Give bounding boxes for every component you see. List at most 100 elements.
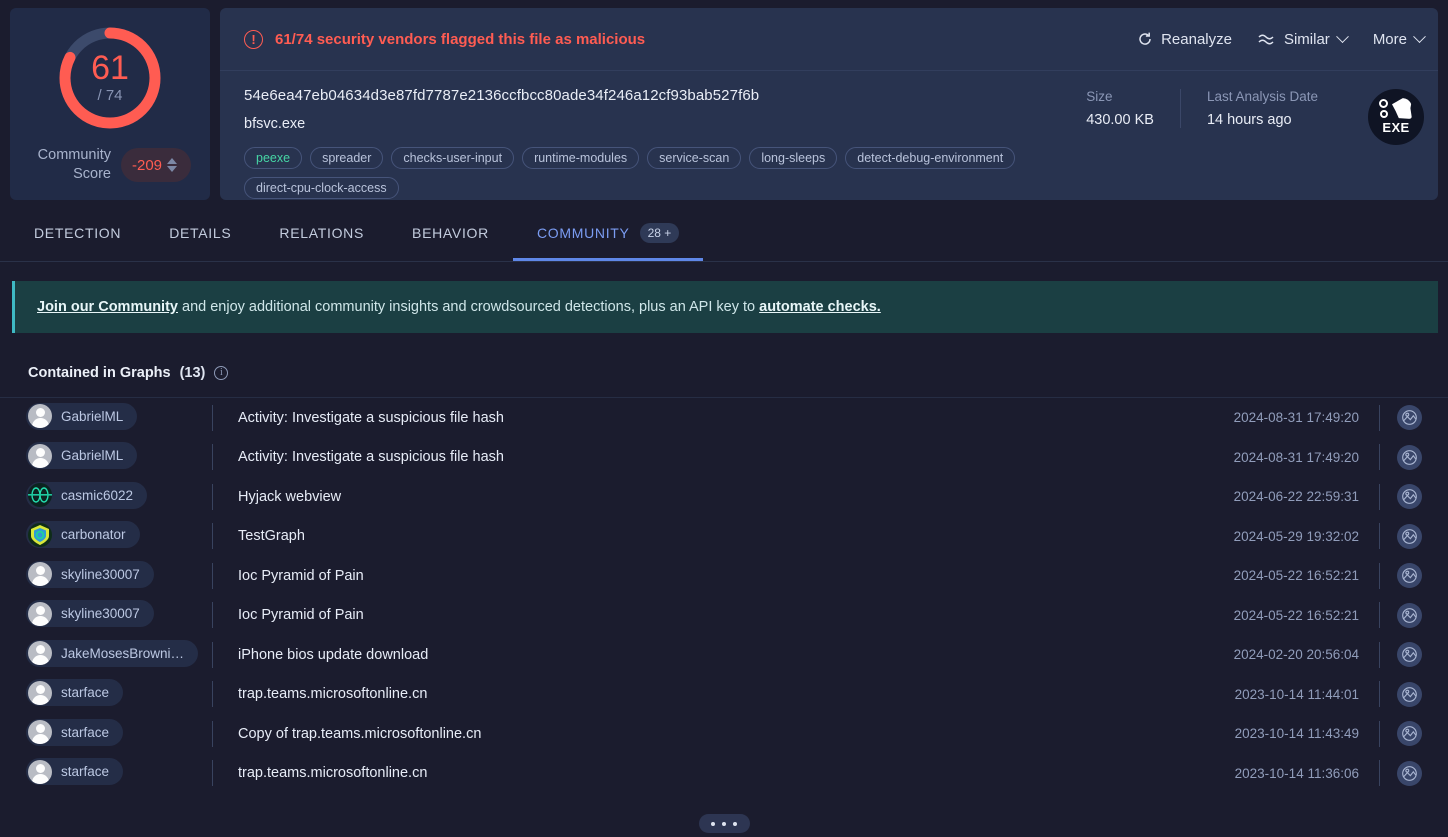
owner-chip[interactable]: skyline30007: [26, 600, 154, 627]
exe-file-icon: EXE: [1368, 89, 1424, 145]
tab-detection-label: DETECTION: [34, 225, 122, 241]
detection-total: / 74: [97, 87, 123, 104]
ellipsis-dot: [711, 821, 715, 826]
avatar: [28, 641, 52, 665]
avatar: [28, 443, 52, 468]
graph-title[interactable]: TestGraph: [213, 528, 1234, 544]
tab-details[interactable]: DETAILS: [145, 208, 255, 261]
owner-name: starface: [61, 764, 110, 779]
join-community-link[interactable]: Join our Community: [37, 299, 178, 315]
owner-chip[interactable]: starface: [26, 718, 124, 746]
tag-direct-cpu-clock-access[interactable]: direct-cpu-clock-access: [244, 177, 399, 199]
owner-chip[interactable]: starface: [26, 679, 124, 706]
tab-community[interactable]: COMMUNITY 28 +: [512, 208, 704, 261]
owner-chip[interactable]: GabrielML: [26, 402, 138, 430]
info-icon[interactable]: i: [214, 365, 229, 380]
graph-view-icon[interactable]: [1396, 563, 1422, 589]
exe-glyph: [1379, 98, 1413, 119]
graph-title[interactable]: Hyjack webview: [213, 489, 1234, 505]
more-button[interactable]: More: [1373, 29, 1426, 48]
refresh-icon: [1139, 32, 1151, 45]
owner-name: starface: [61, 724, 110, 740]
graph-view-icon[interactable]: [1396, 721, 1422, 747]
graph-owner-cell: starface: [0, 679, 212, 710]
tag-peexe[interactable]: peexe: [244, 147, 303, 169]
file-actions: Reanalyze Similar More: [1137, 29, 1426, 48]
community-score-label-line2: Score: [73, 166, 111, 182]
table-row: carbonator TestGraph 2024-05-29 19:32:02: [0, 517, 1438, 557]
graph-title[interactable]: iPhone bios update download: [213, 647, 1234, 663]
owner-chip[interactable]: JakeMosesBrowni…: [26, 639, 199, 667]
graph-view-icon[interactable]: [1396, 444, 1422, 470]
file-hash[interactable]: 54e6ea47eb04634d3e87fd7787e2136ccfbcc80a…: [244, 87, 1066, 104]
reanalyze-label: Reanalyze: [1161, 30, 1232, 48]
graph-view-icon[interactable]: [1396, 642, 1422, 668]
graph-view-icon[interactable]: [1396, 681, 1422, 707]
graph-view-icon[interactable]: [1396, 760, 1422, 786]
automate-checks-link[interactable]: automate checks.: [759, 299, 881, 315]
avatar: [28, 720, 52, 744]
tag-runtime-modules[interactable]: runtime-modules: [522, 147, 640, 169]
owner-chip[interactable]: starface: [26, 758, 124, 785]
graph-date: 2023-10-14 11:36:06: [1234, 765, 1359, 781]
graph-title[interactable]: trap.teams.microsoftonline.cn: [213, 765, 1235, 781]
graph-view-icon[interactable]: [1396, 602, 1422, 628]
join-community-banner: Join our Community and enjoy additional …: [12, 281, 1438, 333]
malicious-alert-text: 61/74 security vendors flagged this file…: [275, 30, 646, 48]
tab-community-label: COMMUNITY: [536, 225, 630, 241]
graph-title[interactable]: Activity: Investigate a suspicious file …: [213, 410, 1234, 426]
tab-detection[interactable]: DETECTION: [10, 208, 145, 261]
avatar-image: [28, 522, 52, 547]
owner-chip[interactable]: carbonator: [26, 521, 140, 548]
show-more-button[interactable]: [698, 814, 750, 833]
owner-name: GabrielML: [61, 448, 124, 463]
owner-chip[interactable]: skyline30007: [26, 560, 154, 588]
reanalyze-button[interactable]: Reanalyze: [1137, 31, 1232, 48]
vote-up-icon[interactable]: [167, 158, 178, 164]
vote-stepper[interactable]: [167, 158, 178, 172]
graph-title[interactable]: Ioc Pyramid of Pain: [213, 568, 1234, 584]
tag-detect-debug-environment[interactable]: detect-debug-environment: [845, 147, 1016, 169]
main-tabs: DETECTION DETAILS RELATIONS BEHAVIOR COM…: [0, 208, 1448, 262]
tag-long-sleeps[interactable]: long-sleeps: [749, 147, 838, 169]
graph-link-cell: [1380, 444, 1438, 470]
owner-chip[interactable]: casmic6022: [26, 481, 148, 509]
detection-gauge: 61 / 74: [54, 22, 166, 134]
graph-view-icon[interactable]: [1396, 523, 1422, 549]
tab-relations[interactable]: RELATIONS: [255, 208, 388, 261]
tag-service-scan[interactable]: service-scan: [647, 147, 742, 169]
chevron-down-icon: [1413, 29, 1426, 43]
tag-spreader[interactable]: spreader: [310, 147, 384, 169]
tab-behavior[interactable]: BEHAVIOR: [388, 208, 513, 261]
graph-link-cell: [1380, 602, 1438, 628]
graph-view-icon[interactable]: [1396, 484, 1422, 510]
graph-title[interactable]: Ioc Pyramid of Pain: [213, 607, 1234, 623]
graph-view-icon[interactable]: [1396, 405, 1422, 431]
pagination-footer: [0, 814, 1448, 833]
community-score-label-line1: Community: [37, 147, 111, 163]
owner-name: casmic6022: [61, 487, 134, 503]
banner-middle-text: and enjoy additional community insights …: [177, 299, 760, 315]
graph-owner-cell: skyline30007: [0, 560, 212, 592]
table-row: JakeMosesBrowni… iPhone bios update downl…: [0, 635, 1438, 675]
community-score-pill[interactable]: -209: [121, 148, 191, 182]
graph-title[interactable]: Copy of trap.teams.microsoftonline.cn: [213, 726, 1235, 742]
graph-date: 2024-08-31 17:49:20: [1233, 410, 1359, 426]
summary-area: 61 / 74 Community Score -209 ! 61/74 sec: [0, 0, 1448, 200]
table-row: skyline30007 Ioc Pyramid of Pain 2024-05-2…: [0, 556, 1438, 596]
graph-title[interactable]: trap.teams.microsoftonline.cn: [213, 686, 1235, 702]
graph-link-cell: [1380, 563, 1438, 589]
tag-checks-user-input[interactable]: checks-user-input: [391, 147, 515, 169]
similar-button[interactable]: Similar: [1258, 29, 1349, 48]
graph-date: 2024-05-29 19:32:02: [1233, 528, 1359, 544]
table-row: starface Copy of trap.teams.microsoftonli…: [0, 714, 1438, 754]
file-summary-panel: ! 61/74 security vendors flagged this fi…: [220, 8, 1438, 200]
graph-title[interactable]: Activity: Investigate a suspicious file …: [213, 449, 1234, 465]
meta-size: Size 430.00 KB: [1066, 89, 1180, 128]
exclamation-circle-icon: !: [244, 29, 263, 49]
banner-text: Join our Community and enjoy additional …: [37, 299, 881, 315]
file-alert-bar: ! 61/74 security vendors flagged this fi…: [220, 8, 1438, 71]
owner-chip[interactable]: GabrielML: [26, 442, 138, 469]
graph-date: 2023-10-14 11:44:01: [1234, 686, 1359, 702]
vote-down-icon[interactable]: [167, 166, 178, 172]
